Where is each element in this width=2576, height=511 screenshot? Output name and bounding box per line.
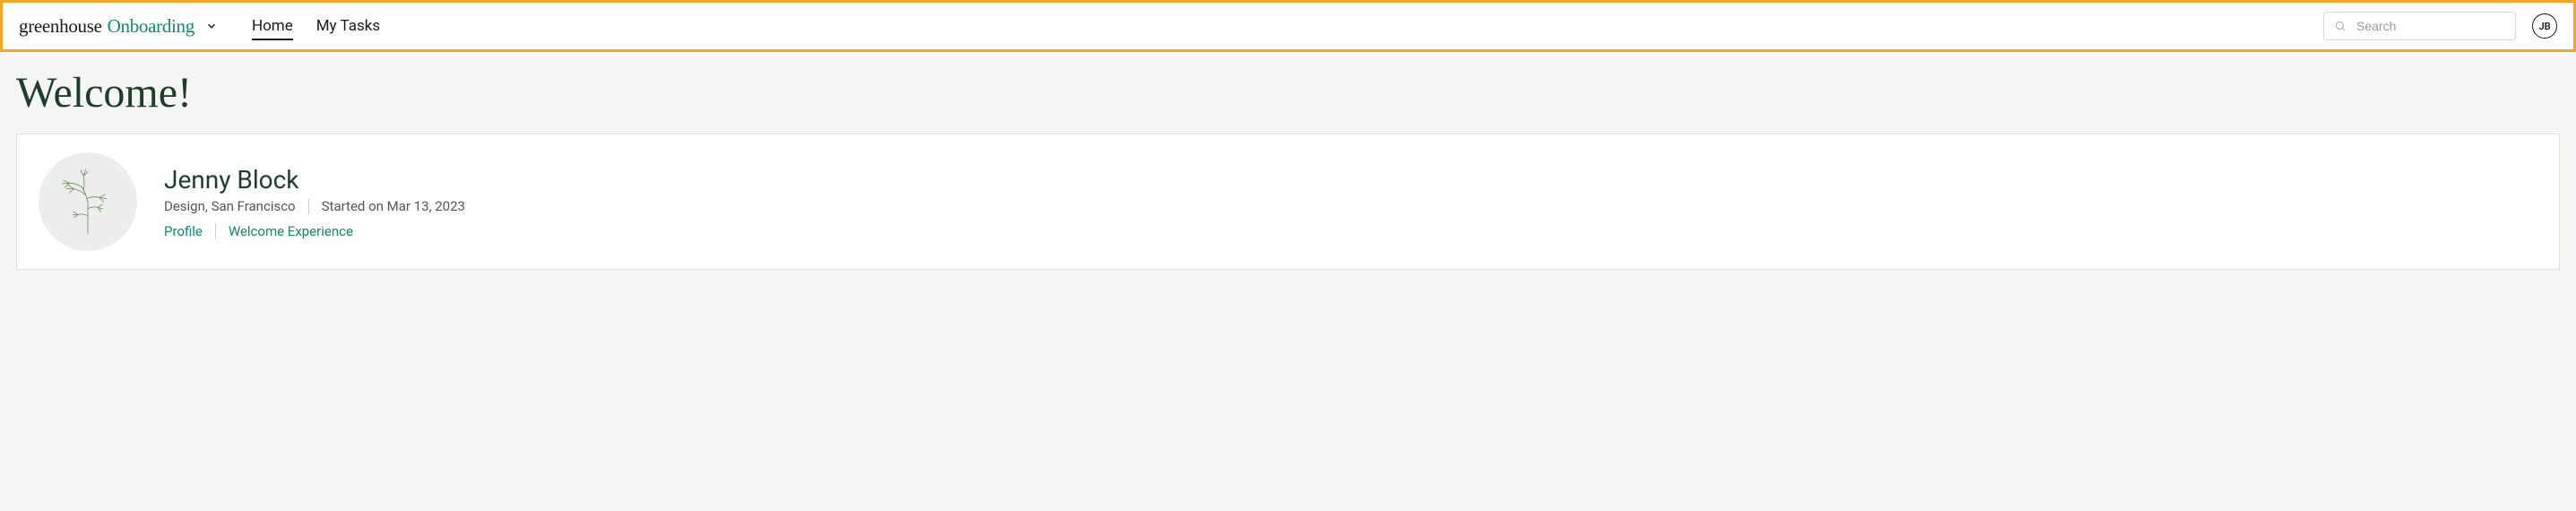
meta-divider — [308, 198, 309, 214]
user-links: Profile Welcome Experience — [164, 223, 2537, 239]
search-input[interactable] — [2323, 12, 2516, 40]
search-icon — [2334, 20, 2347, 32]
plant-icon — [52, 166, 124, 238]
top-navigation: greenhouse Onboarding Home My Tasks JB — [0, 0, 2576, 52]
nav-my-tasks[interactable]: My Tasks — [316, 12, 380, 40]
welcome-experience-link[interactable]: Welcome Experience — [229, 223, 353, 239]
user-card: Jenny Block Design, San Francisco Starte… — [16, 134, 2560, 270]
user-avatar — [39, 152, 137, 251]
user-info: Jenny Block Design, San Francisco Starte… — [164, 165, 2537, 239]
nav-right: JB — [2323, 12, 2557, 40]
brand-secondary-text: Onboarding — [108, 15, 194, 38]
user-start-date: Started on Mar 13, 2023 — [322, 198, 465, 214]
profile-link[interactable]: Profile — [164, 223, 203, 239]
page-title: Welcome! — [16, 68, 2560, 117]
search-wrap — [2323, 12, 2516, 40]
chevron-down-icon — [205, 20, 218, 32]
link-divider — [215, 223, 216, 239]
page-content: Welcome! Jenny Block Design, San Francis… — [0, 52, 2576, 286]
nav-home[interactable]: Home — [252, 12, 293, 40]
user-location: Design, San Francisco — [164, 198, 296, 214]
nav-links: Home My Tasks — [252, 12, 380, 40]
brand-switcher[interactable]: greenhouse Onboarding — [19, 15, 218, 38]
user-name: Jenny Block — [164, 165, 2537, 195]
brand-primary-text: greenhouse — [19, 15, 102, 38]
user-meta: Design, San Francisco Started on Mar 13,… — [164, 198, 2537, 214]
user-avatar-badge[interactable]: JB — [2532, 13, 2557, 39]
